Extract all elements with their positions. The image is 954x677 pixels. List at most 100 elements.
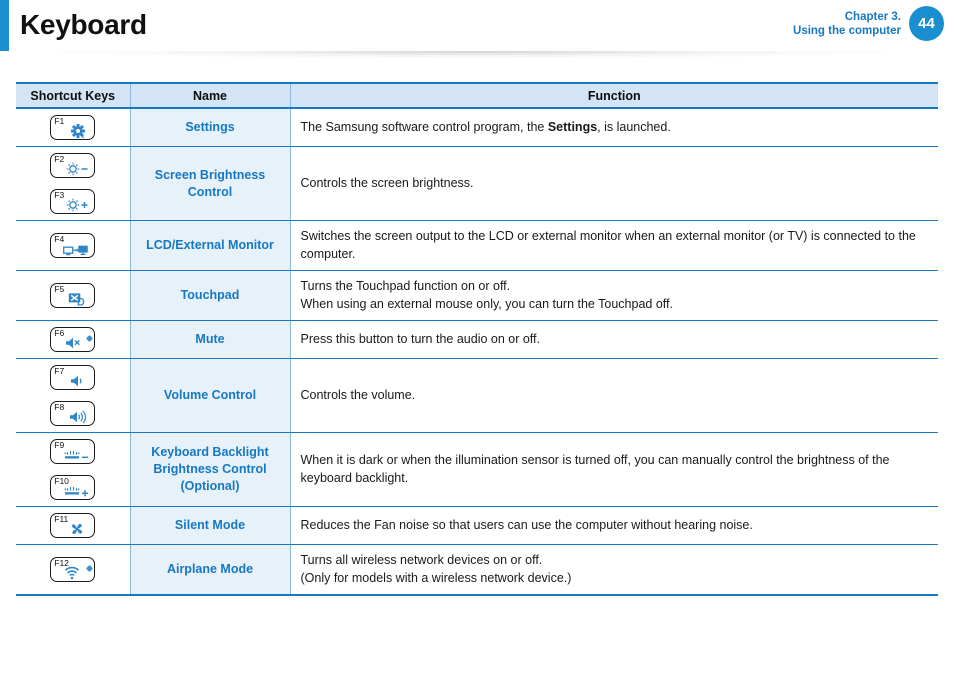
status-indicator-icon [85,334,93,343]
chapter-label: Chapter 3. Using the computer [793,10,901,38]
keycap-f10[interactable]: F10 [50,475,96,500]
cell-name: Mute [130,320,291,359]
cell-shortcut-keys: F7 F8 [16,358,131,433]
cell-name: Volume Control [130,358,291,433]
header-chapter-area: Chapter 3. Using the computer 44 [793,6,944,41]
external-monitor-icon [61,242,91,256]
mute-speaker-icon [60,336,84,350]
shortcut-keys-table-container: Shortcut Keys Name Function F1 Settings Th… [16,82,938,596]
cell-function: Controls the volume. [290,358,938,433]
keycap-f12[interactable]: F12 [50,557,96,582]
cell-name: Touchpad [130,270,291,321]
function-text-line: (Only for models with a wireless network… [301,570,931,588]
brightness-down-icon [65,162,89,176]
column-header-function: Function [290,82,938,109]
table-body: F1 Settings The Samsung software control p… [16,108,938,596]
cell-function: Switches the screen output to the LCD or… [290,220,938,271]
cell-name: LCD/External Monitor [130,220,291,271]
keyboard-backlight-down-icon [61,448,91,462]
settings-gear-icon [65,123,89,138]
cell-function: Turns the Touchpad function on or off. Wh… [290,270,938,321]
cell-function: Reduces the Fan noise so that users can … [290,506,938,545]
cell-function: Turns all wireless network devices on or… [290,544,938,596]
wireless-icon [60,566,84,580]
table-row: F7 F8 Volume Control Controls the volume. [16,358,938,433]
cell-shortcut-keys: F4 [16,220,131,271]
function-text-line: When using an external mouse only, you c… [301,296,931,314]
function-text-line: Switches the screen output to the LCD or… [301,228,931,263]
plain-text: Controls the screen brightness. [300,175,474,190]
page-number-badge: 44 [909,6,944,41]
cell-name: Keyboard Backlight Brightness Control (O… [130,432,291,507]
chapter-line-2: Using the computer [793,24,901,37]
function-text-line: Turns all wireless network devices on or… [301,552,931,570]
volume-down-icon [65,374,89,388]
function-text-line: When it is dark or when the illumination… [301,452,931,487]
table-row: F11 Silent Mode Reduces the Fan noise so t… [16,506,938,545]
cell-shortcut-keys: F5 [16,270,131,321]
touchpad-off-icon [65,292,89,306]
cell-name: Settings [130,108,291,147]
plain-text: (Only for models with a wireless network… [300,570,572,585]
keycap-stack: F1 [16,115,130,140]
function-text-line: Press this button to turn the audio on o… [301,331,931,349]
keycap-f7[interactable]: F7 [50,365,96,390]
plain-text: Switches the screen output to the LCD or… [300,229,916,261]
cell-function: When it is dark or when the illumination… [290,432,938,507]
function-text-line: Controls the volume. [301,387,931,405]
keycap-stack: F12 [16,557,130,582]
keycap-f5[interactable]: F5 [50,283,96,308]
header-shadow [9,51,939,61]
keycap-f9[interactable]: F9 [50,439,96,464]
plain-text: Reduces the Fan noise so that users can … [300,517,753,532]
keycap-stack: F5 [16,283,130,308]
keycap-stack: F4 [16,233,130,258]
table-row: F12 Airplane Mode Turns all wireless netwo… [16,544,938,596]
keycap-label: F3 [54,190,65,200]
keycap-f3[interactable]: F3 [50,189,96,214]
cell-shortcut-keys: F2 F3 [16,146,131,221]
plain-text: Controls the volume. [300,387,416,402]
table-header-row: Shortcut Keys Name Function [16,82,938,109]
keycap-label: F2 [54,154,65,164]
keycap-f4[interactable]: F4 [50,233,96,258]
function-text-line: Turns the Touchpad function on or off. [301,278,931,296]
keycap-f11[interactable]: F11 [50,513,96,538]
keycap-f8[interactable]: F8 [50,401,96,426]
volume-up-icon [65,410,89,424]
column-header-shortcut-keys: Shortcut Keys [16,82,131,109]
function-text-line: The Samsung software control program, th… [301,119,931,137]
keycap-stack: F9 F10 [16,439,130,500]
plain-text: Turns the Touchpad function on or off. [300,279,511,293]
keycap-stack: F7 F8 [16,365,130,426]
emphasis-text: Settings [547,119,598,134]
chapter-line-1: Chapter 3. [844,10,901,23]
plain-text: Press this button to turn the audio on o… [300,331,541,346]
keycap-f2[interactable]: F2 [50,153,96,178]
cell-name: Airplane Mode [130,544,291,596]
cell-shortcut-keys: F1 [16,108,131,147]
keyboard-backlight-up-icon [61,484,91,498]
keycap-label: F1 [54,116,65,126]
cell-function: Controls the screen brightness. [290,146,938,221]
manual-page: Keyboard Chapter 3. Using the computer 4… [0,0,954,677]
table-row: F2 F3 Screen Brightness Control Controls th… [16,146,938,221]
cell-shortcut-keys: F6 [16,320,131,359]
status-indicator-icon [85,564,93,573]
cell-function: The Samsung software control program, th… [290,108,938,147]
cell-function: Press this button to turn the audio on o… [290,320,938,359]
header-accent-bar [0,0,9,51]
table-row: F1 Settings The Samsung software control p… [16,108,938,147]
function-text-line: Reduces the Fan noise so that users can … [301,517,931,535]
plain-text: When it is dark or when the illumination… [300,453,890,485]
cell-name: Silent Mode [130,506,291,545]
keycap-f6[interactable]: F6 [50,327,96,352]
keycap-label: F7 [54,366,65,376]
cell-name: Screen Brightness Control [130,146,291,221]
table-header: Shortcut Keys Name Function [16,82,938,109]
cell-shortcut-keys: F11 [16,506,131,545]
plain-text: , is launched. [597,119,671,134]
keycap-f1[interactable]: F1 [50,115,96,140]
brightness-up-icon [65,198,89,212]
plain-text: When using an external mouse only, you c… [300,296,673,311]
